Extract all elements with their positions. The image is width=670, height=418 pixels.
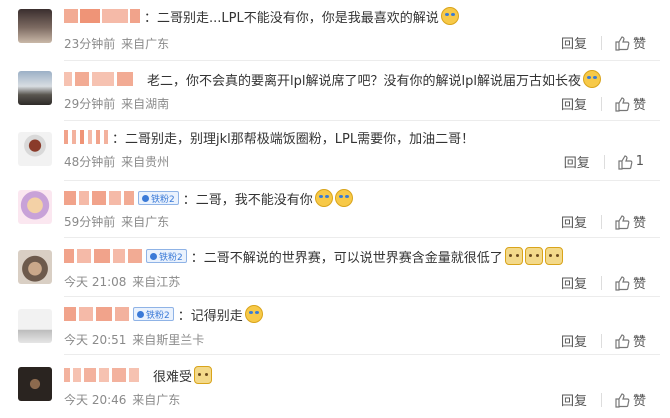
cry-emoji-icon — [440, 7, 459, 25]
like-button[interactable]: 赞 — [633, 94, 646, 113]
comment-location: 来自湖南 — [121, 97, 170, 111]
comment-item: 铁粉2 ：二哥，我不能没有你 59分钟前 来自广东 回复 赞 — [0, 181, 670, 237]
thumbs-up-icon[interactable] — [614, 333, 630, 349]
comment-item: 铁粉2 ：记得别走 今天 20:51 来自斯里兰卡 回复 赞 — [0, 297, 670, 354]
divider — [600, 275, 602, 290]
comment-item: ：二哥别走，别理jkl那帮极端饭圈粉，LPL需要你，加油二哥！ 48分钟前 来自… — [0, 121, 670, 181]
like-button[interactable]: 赞 — [633, 33, 646, 52]
comment-time: 今天 20:46 — [64, 393, 127, 407]
comment-time: 今天 20:51 — [64, 333, 127, 347]
thumbs-up-icon[interactable] — [614, 96, 630, 112]
avatar[interactable] — [18, 309, 52, 343]
like-button[interactable]: 赞 — [633, 212, 646, 231]
reply-button[interactable]: 回复 — [561, 94, 587, 113]
reply-button[interactable]: 回复 — [561, 331, 587, 350]
comment-item: ：二哥别走...LPL不能没有你，你是我最喜欢的解说 23分钟前 来自广东 回复… — [0, 0, 670, 60]
comment-time: 48分钟前 — [64, 155, 116, 169]
reply-button[interactable]: 回复 — [561, 212, 587, 231]
diamond-icon — [137, 310, 144, 318]
cat-emoji-icon — [504, 247, 523, 265]
fan-badge[interactable]: 铁粉2 — [146, 249, 187, 263]
comment-time: 今天 21:08 — [64, 275, 127, 289]
reply-button[interactable]: 回复 — [561, 390, 587, 409]
divider — [600, 333, 602, 348]
avatar[interactable] — [18, 71, 52, 105]
comment-location: 来自广东 — [121, 37, 170, 51]
comment-text: ：二哥别走...LPL不能没有你，你是我最喜欢的解说 — [144, 10, 439, 26]
fan-badge-label: 铁粉2 — [159, 252, 183, 263]
comment-location: 来自广东 — [132, 393, 181, 407]
cat-emoji-icon — [544, 247, 563, 265]
username-redacted[interactable] — [64, 72, 133, 86]
username-redacted[interactable] — [64, 368, 139, 382]
diamond-icon — [150, 252, 157, 260]
comment-location: 来自贵州 — [121, 155, 170, 169]
comment-time: 59分钟前 — [64, 215, 116, 229]
fan-badge[interactable]: 铁粉2 — [138, 191, 179, 205]
avatar[interactable] — [18, 250, 52, 284]
like-button[interactable]: 赞 — [633, 390, 646, 409]
comment-text: 很难受 — [153, 369, 193, 385]
reply-button[interactable]: 回复 — [561, 273, 587, 292]
avatar[interactable] — [18, 132, 52, 166]
comment-location: 来自广东 — [121, 215, 170, 229]
fan-badge-label: 铁粉2 — [151, 194, 175, 205]
comment-time: 29分钟前 — [64, 97, 116, 111]
thumbs-up-icon[interactable] — [614, 392, 630, 408]
comment-item: 老二，你不会真的要离开lpl解说席了吧？没有你的解说lpl解说届万古如长夜 29… — [0, 61, 670, 121]
cry-emoji-icon — [334, 189, 353, 207]
thumbs-up-icon[interactable] — [614, 35, 630, 51]
cry-emoji-icon — [582, 70, 601, 88]
username-redacted[interactable] — [64, 191, 134, 205]
comment-text: 老二，你不会真的要离开lpl解说席了吧？没有你的解说lpl解说届万古如长夜 — [147, 73, 581, 89]
fan-badge[interactable]: 铁粉2 — [133, 307, 174, 321]
fan-badge-label: 铁粉2 — [146, 310, 170, 321]
thumbs-up-icon[interactable] — [614, 275, 630, 291]
username-redacted[interactable] — [64, 9, 140, 23]
cry-emoji-icon — [314, 189, 333, 207]
comment-list: ：二哥别走...LPL不能没有你，你是我最喜欢的解说 23分钟前 来自广东 回复… — [0, 0, 670, 418]
divider — [600, 214, 602, 229]
thumbs-up-icon[interactable] — [614, 214, 630, 230]
like-button[interactable]: 赞 — [633, 331, 646, 350]
like-count[interactable]: 1 — [636, 154, 644, 169]
comment-time: 23分钟前 — [64, 37, 116, 51]
comment-text: ：记得别走 — [177, 308, 243, 324]
comment-location: 来自江苏 — [132, 275, 181, 289]
cat-emoji-icon — [524, 247, 543, 265]
username-redacted[interactable] — [64, 307, 129, 321]
cat-emoji-icon — [194, 366, 213, 384]
comment-text: ：二哥别走，别理jkl那帮极端饭圈粉，LPL需要你，加油二哥！ — [112, 131, 475, 147]
avatar[interactable] — [18, 9, 52, 43]
comment-item: 很难受 今天 20:46 来自广东 回复 赞 — [0, 355, 670, 418]
thumbs-up-icon[interactable] — [617, 154, 633, 170]
divider — [600, 392, 602, 407]
divider — [603, 154, 605, 169]
reply-button[interactable]: 回复 — [561, 33, 587, 52]
reply-button[interactable]: 回复 — [564, 152, 590, 171]
divider — [600, 96, 602, 111]
cry-emoji-icon — [244, 305, 263, 323]
like-button[interactable]: 赞 — [633, 273, 646, 292]
comment-text: ：二哥，我不能没有你 — [182, 192, 313, 208]
divider — [600, 35, 602, 50]
avatar[interactable] — [18, 190, 52, 224]
comment-text: ：二哥不解说的世界赛，可以说世界赛含金量就很低了 — [190, 250, 503, 266]
username-redacted[interactable] — [64, 249, 142, 263]
comment-item: 铁粉2 ：二哥不解说的世界赛，可以说世界赛含金量就很低了 今天 21:08 来自… — [0, 238, 670, 296]
diamond-icon — [142, 194, 149, 202]
comment-location: 来自斯里兰卡 — [132, 333, 205, 347]
username-redacted[interactable] — [64, 130, 108, 144]
avatar[interactable] — [18, 367, 52, 401]
